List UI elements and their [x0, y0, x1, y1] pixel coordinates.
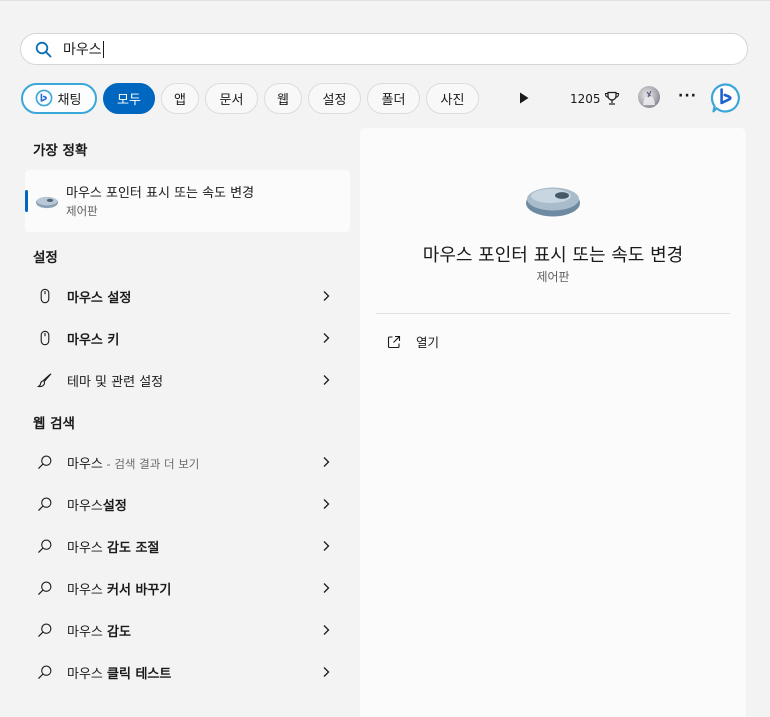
- mouse-icon: [40, 330, 50, 346]
- bing-logo-icon[interactable]: [710, 82, 742, 114]
- filter-web-tab[interactable]: 웹: [264, 82, 302, 114]
- settings-item-mouse-keys[interactable]: 마우스 키: [25, 318, 350, 358]
- filter-folders-tab[interactable]: 폴더: [367, 82, 420, 114]
- rewards-points-value: 1205: [570, 91, 601, 106]
- web-result-item[interactable]: 마우스설정: [25, 484, 350, 524]
- chevron-right-icon: [323, 499, 330, 509]
- filter-settings-tab[interactable]: 설정: [308, 82, 361, 114]
- filter-apps-label: 앱: [174, 92, 186, 108]
- paintbrush-icon: [37, 373, 52, 388]
- chevron-right-icon: [323, 583, 330, 593]
- web-result-item[interactable]: 마우스 - 검색 결과 더 보기: [25, 442, 350, 482]
- bing-chat-icon: [35, 89, 52, 107]
- avatar-image-icon: [643, 90, 655, 105]
- filter-photos-tab[interactable]: 사진: [426, 82, 479, 114]
- rewards-points[interactable]: 1205: [570, 91, 620, 106]
- preview-title: 마우스 포인터 표시 또는 속도 변경: [422, 245, 684, 266]
- section-settings: 설정: [33, 250, 58, 266]
- open-external-icon: [387, 335, 401, 348]
- chevron-right-icon: [323, 625, 330, 635]
- web-result-label: 마우스 클릭 테스트: [67, 667, 172, 682]
- web-result-item[interactable]: 마우스 커서 바꾸기: [25, 568, 350, 608]
- web-result-label: 마우스 커서 바꾸기: [67, 583, 172, 598]
- filter-web-label: 웹: [277, 92, 289, 108]
- search-icon: [35, 41, 52, 57]
- open-action-label: 열기: [416, 335, 440, 350]
- web-result-label: 마우스 감도: [67, 625, 131, 640]
- web-result-item[interactable]: 마우스 클릭 테스트: [25, 652, 350, 692]
- section-web-search: 웹 검색: [33, 416, 75, 432]
- search-icon: [38, 455, 52, 469]
- selection-indicator: [25, 190, 28, 212]
- window-top-border: [0, 0, 770, 1]
- web-result-label: 마우스설정: [67, 499, 127, 514]
- search-icon: [38, 665, 52, 679]
- filter-settings-label: 설정: [322, 92, 347, 108]
- settings-item-label: 테마 및 관련 설정: [67, 375, 164, 390]
- preview-divider: [376, 313, 730, 314]
- best-match-title: 마우스 포인터 표시 또는 속도 변경: [66, 186, 255, 201]
- play-more-filters-icon[interactable]: [518, 91, 530, 105]
- mouse-app-icon: [36, 196, 58, 209]
- web-result-label: 마우스 - 검색 결과 더 보기: [67, 457, 200, 472]
- chevron-right-icon: [323, 541, 330, 551]
- settings-item-label: 마우스 키: [67, 333, 120, 348]
- filter-chat-label: 채팅: [57, 92, 82, 108]
- user-avatar[interactable]: [638, 86, 660, 108]
- search-icon: [38, 497, 52, 511]
- preview-pane: 마우스 포인터 표시 또는 속도 변경 제어판 열기: [360, 128, 746, 717]
- filter-all-label: 모두: [117, 92, 141, 108]
- search-icon: [38, 581, 52, 595]
- chevron-right-icon: [323, 333, 330, 343]
- settings-item-themes[interactable]: 테마 및 관련 설정: [25, 360, 350, 400]
- preview-subtitle: 제어판: [536, 270, 570, 284]
- open-action-button[interactable]: 열기: [386, 332, 439, 351]
- trophy-icon: [604, 91, 619, 105]
- settings-item-mouse-settings[interactable]: 마우스 설정: [25, 276, 350, 316]
- mouse-app-large-icon: [526, 187, 580, 217]
- web-result-item[interactable]: 마우스 감도: [25, 610, 350, 650]
- filter-photos-label: 사진: [440, 92, 465, 108]
- mouse-icon: [40, 288, 50, 304]
- chevron-right-icon: [323, 457, 330, 467]
- search-query-text: 마우스: [63, 42, 102, 58]
- filter-chat-button[interactable]: 채팅: [21, 82, 97, 114]
- search-icon: [38, 539, 52, 553]
- filter-all-tab[interactable]: 모두: [103, 82, 155, 114]
- filter-apps-tab[interactable]: 앱: [161, 82, 199, 114]
- web-result-label: 마우스 감도 조절: [67, 541, 160, 556]
- filter-documents-label: 문서: [219, 92, 244, 108]
- filter-folders-label: 폴더: [381, 92, 406, 108]
- filter-bar: 채팅 모두 앱 문서 웹 설정 폴더 사진: [21, 82, 485, 114]
- filter-documents-tab[interactable]: 문서: [205, 82, 258, 114]
- settings-item-label: 마우스 설정: [67, 291, 132, 306]
- chevron-right-icon: [323, 667, 330, 677]
- best-match-result[interactable]: 마우스 포인터 표시 또는 속도 변경 제어판: [25, 170, 350, 232]
- chevron-right-icon: [323, 375, 330, 385]
- best-match-subtitle: 제어판: [66, 204, 98, 218]
- search-input[interactable]: 마우스: [63, 39, 104, 59]
- section-best-match: 가장 정확: [33, 143, 88, 159]
- more-options-icon[interactable]: ···: [678, 88, 697, 104]
- text-caret: [102, 40, 104, 58]
- search-box[interactable]: 마우스: [20, 33, 748, 65]
- search-icon: [38, 623, 52, 637]
- web-result-item[interactable]: 마우스 감도 조절: [25, 526, 350, 566]
- chevron-right-icon: [323, 291, 330, 301]
